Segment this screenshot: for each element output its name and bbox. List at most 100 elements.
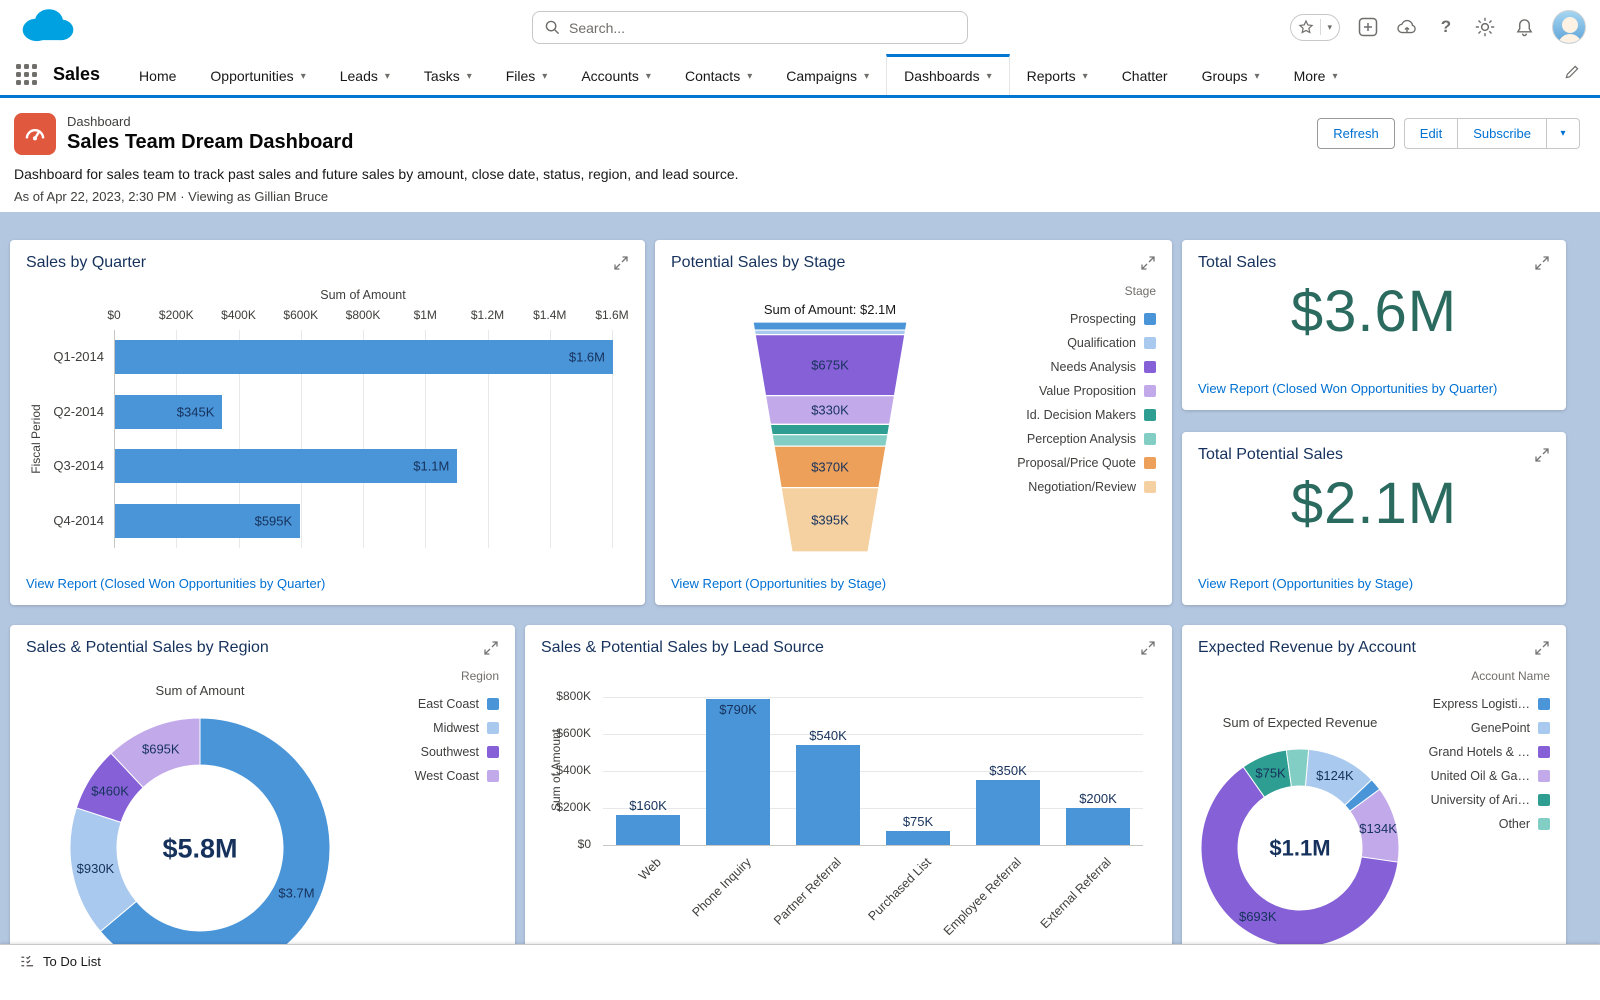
setup-gear-icon[interactable] <box>1474 16 1496 38</box>
legend-label: Midwest <box>433 721 479 735</box>
tab-groups[interactable]: Groups ▾ <box>1185 54 1277 95</box>
expand-icon[interactable] <box>1139 255 1157 273</box>
donut-value-label: $930K <box>77 861 115 876</box>
donut-chart: $124K $134K $693K $75K $1.1M <box>1200 748 1400 948</box>
tab-dashboards[interactable]: Dashboards ▾ <box>886 54 1010 95</box>
expand-icon[interactable] <box>1533 447 1551 465</box>
refresh-button[interactable]: Refresh <box>1317 118 1395 149</box>
favorites-button[interactable]: ▾ <box>1290 13 1340 41</box>
tab-reports[interactable]: Reports ▾ <box>1010 54 1105 95</box>
funnel-segment <box>752 322 908 331</box>
tab-chatter[interactable]: Chatter <box>1105 54 1185 95</box>
tab-files[interactable]: Files ▾ <box>489 54 565 95</box>
view-report-link[interactable]: View Report (Closed Won Opportunities by… <box>1198 381 1497 396</box>
tab-campaigns[interactable]: Campaigns ▾ <box>769 54 886 95</box>
cloud-upload-icon[interactable] <box>1396 16 1418 38</box>
tab-tasks[interactable]: Tasks ▾ <box>407 54 489 95</box>
todo-list-button[interactable]: To Do List <box>8 945 113 978</box>
expand-icon[interactable] <box>1533 640 1551 658</box>
bar-value-label: $345K <box>176 404 215 420</box>
dashboard-page-header: Dashboard Sales Team Dream Dashboard Das… <box>0 98 1600 212</box>
legend-item: United Oil & Ga… <box>1429 764 1550 788</box>
view-report-link[interactable]: View Report (Opportunities by Stage) <box>671 576 886 591</box>
legend-item: Prospecting <box>1017 307 1156 331</box>
header-actions: ▾ ? <box>1290 10 1586 44</box>
search-input[interactable] <box>569 19 955 36</box>
donut-value-label: $695K <box>142 741 180 756</box>
legend-swatch-icon <box>1144 457 1156 469</box>
legend-label: Id. Decision Makers <box>1026 408 1136 422</box>
subscribe-button[interactable]: Subscribe <box>1457 118 1546 149</box>
tab-accounts[interactable]: Accounts ▾ <box>564 54 668 95</box>
more-actions-button[interactable]: ▾ <box>1546 118 1580 149</box>
notifications-bell-icon[interactable] <box>1513 16 1535 38</box>
axis-tick: $1M <box>413 308 437 322</box>
legend-swatch-icon <box>1538 698 1550 710</box>
bar-value-label: $1.1M <box>413 458 450 474</box>
tab-home[interactable]: Home <box>122 54 193 95</box>
bar-value-label: $75K <box>902 814 934 830</box>
help-icon[interactable]: ? <box>1435 16 1457 38</box>
expand-icon[interactable] <box>482 640 500 658</box>
widget-total-potential-sales: Total Potential Sales $2.1M View Report … <box>1182 432 1566 605</box>
chevron-down-icon: ▾ <box>986 70 992 82</box>
tab-label: Campaigns <box>786 68 858 84</box>
donut-value-label: $124K <box>1316 768 1354 783</box>
dashboard-canvas: Sales by Quarter Sum of Amount Fiscal Pe… <box>0 212 1600 1000</box>
chevron-down-icon: ▾ <box>1254 70 1260 82</box>
axis-tick: $200K <box>158 308 194 322</box>
user-avatar[interactable] <box>1552 10 1586 44</box>
chevron-down-icon: ▾ <box>1327 21 1332 32</box>
donut-center-label: $5.8M <box>162 833 237 863</box>
legend-swatch-icon <box>487 698 499 710</box>
axis-tick: $400K <box>221 308 256 322</box>
tab-more[interactable]: More ▾ <box>1277 54 1355 95</box>
bar-value-label: $350K <box>989 763 1027 779</box>
funnel-value-label: $395K <box>811 512 849 527</box>
axis-category: Q3-2014 <box>53 458 104 474</box>
legend-swatch-icon <box>1144 385 1156 397</box>
axis-category: Q4-2014 <box>53 512 104 528</box>
entity-type-label: Dashboard <box>67 114 131 129</box>
tab-opportunities[interactable]: Opportunities ▾ <box>193 54 322 95</box>
global-header: ▾ ? <box>0 0 1600 54</box>
legend-item: Proposal/Price Quote <box>1017 451 1156 475</box>
legend-label: United Oil & Ga… <box>1430 769 1530 783</box>
legend-label: University of Ari… <box>1430 793 1530 807</box>
todo-list-label: To Do List <box>43 954 101 969</box>
widget-title: Potential Sales by Stage <box>671 254 846 271</box>
legend-label: Grand Hotels & … <box>1428 745 1530 759</box>
tab-label: Files <box>505 68 536 84</box>
view-report-link[interactable]: View Report (Closed Won Opportunities by… <box>26 576 325 591</box>
edit-nav-pencil-icon[interactable] <box>1564 64 1580 85</box>
legend-item: Needs Analysis <box>1017 355 1156 379</box>
tab-leads[interactable]: Leads ▾ <box>323 54 407 95</box>
legend-swatch-icon <box>1144 409 1156 421</box>
bar-chart: $0 $200K $400K $600K $800K $160K Web $790K Phone… <box>525 625 1172 970</box>
funnel-segment <box>769 423 891 436</box>
axis-tick: $800K <box>556 689 591 703</box>
donut-center-label: $1.1M <box>1269 836 1330 861</box>
app-navigation-bar: Sales Home Opportunities ▾ Leads ▾ Tasks ▾ File… <box>0 54 1600 98</box>
legend-item: Express Logisti… <box>1429 692 1550 716</box>
donut-value-label: $3.7M <box>278 886 314 901</box>
expand-icon[interactable] <box>1533 255 1551 273</box>
legend-item: Id. Decision Makers <box>1017 403 1156 427</box>
edit-button[interactable]: Edit <box>1403 118 1458 149</box>
legend-label: Qualification <box>1067 336 1136 350</box>
widget-potential-sales-by-stage: Potential Sales by Stage Sum of Amount: … <box>655 240 1172 605</box>
app-launcher-icon[interactable] <box>16 64 37 85</box>
legend-swatch-icon <box>1144 433 1156 445</box>
legend-item: GenePoint <box>1429 716 1550 740</box>
metric-value: $2.1M <box>1290 471 1458 536</box>
axis-tick: $200K <box>556 800 591 814</box>
tab-label: Dashboards <box>904 68 980 84</box>
gridline <box>603 845 1143 846</box>
tab-contacts[interactable]: Contacts ▾ <box>668 54 769 95</box>
funnel-chart: $675K $330K $370K $395K <box>752 322 908 552</box>
bar-segment <box>976 780 1040 845</box>
legend-item: Negotiation/Review <box>1017 475 1156 499</box>
view-report-link[interactable]: View Report (Opportunities by Stage) <box>1198 576 1413 591</box>
divider <box>1320 19 1322 35</box>
quick-add-icon[interactable] <box>1357 16 1379 38</box>
